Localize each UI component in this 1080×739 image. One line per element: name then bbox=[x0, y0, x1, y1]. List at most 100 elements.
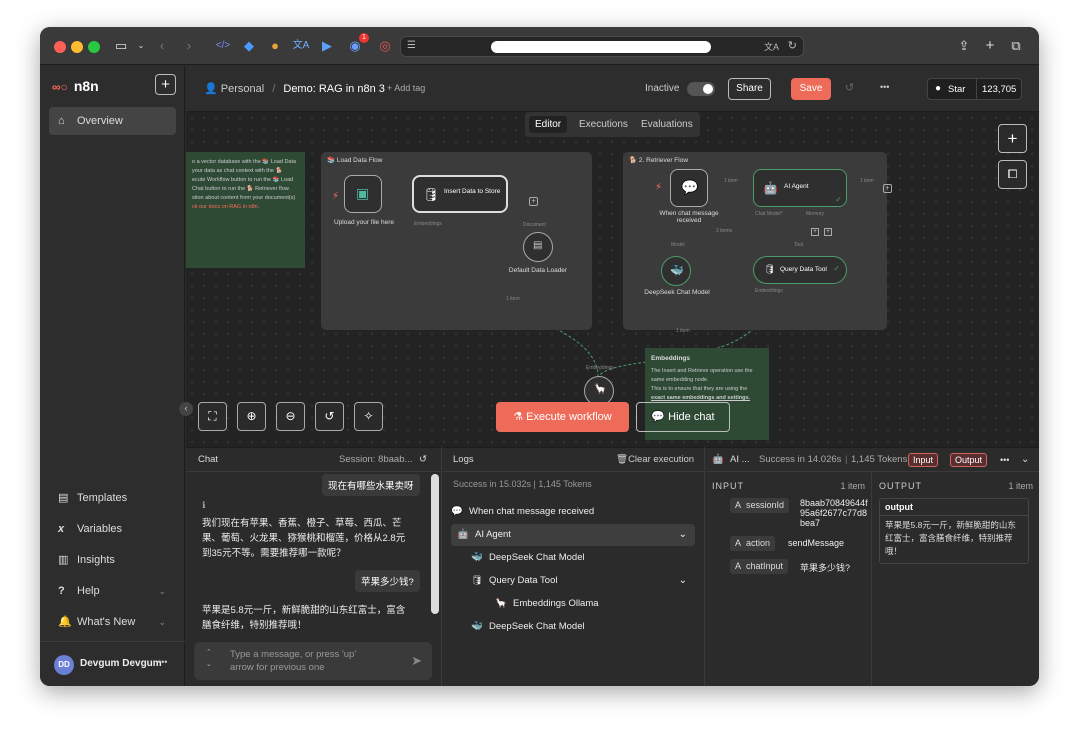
workflow-name[interactable]: Demo: RAG in n8n 3 bbox=[283, 83, 385, 95]
upload-file-node[interactable]: ▣ bbox=[344, 175, 382, 213]
user-menu[interactable]: DD Devgum Devgum ••• bbox=[40, 641, 185, 686]
chat-trigger-node[interactable]: 💬 bbox=[670, 169, 708, 207]
create-button[interactable]: + bbox=[155, 74, 176, 95]
collapse-sidebar-button[interactable]: ‹ bbox=[179, 402, 193, 416]
share-icon[interactable]: ⇪ bbox=[955, 37, 973, 55]
send-icon[interactable]: ➤ bbox=[411, 653, 422, 669]
data-loader-node[interactable]: ▤ bbox=[523, 232, 553, 262]
chevron-down-icon[interactable]: ⌄ bbox=[1021, 448, 1029, 472]
forward-icon[interactable]: › bbox=[180, 37, 198, 55]
sidebar-item-help[interactable]: ? Help ⌄ bbox=[49, 577, 176, 605]
note-line: This is to ensure that they are using th… bbox=[651, 386, 748, 392]
log-row[interactable]: 🐳 DeepSeek Chat Model bbox=[451, 547, 695, 569]
fit-view-button[interactable]: ⛶ bbox=[198, 402, 227, 431]
input-toggle-button[interactable]: Input bbox=[908, 453, 939, 467]
deepseek-model-node[interactable]: 🐳 bbox=[661, 256, 691, 286]
bot-message: 苹果是5.8元一斤，新鲜脆甜的山东红富士，富含膳食纤维，特别推荐哦！ bbox=[202, 605, 406, 631]
new-tab-icon[interactable]: + bbox=[981, 37, 999, 55]
item-count: 1 item bbox=[840, 481, 865, 491]
history-arrows-icon: ⌃ ⌄ bbox=[206, 649, 212, 668]
sidebar-item-templates[interactable]: ▤ Templates bbox=[49, 484, 176, 512]
summary-tokens: 1,145 Tokens bbox=[538, 479, 592, 489]
user-more-icon[interactable]: ••• bbox=[158, 657, 167, 667]
sidebar-item-overview[interactable]: ⌂ Overview bbox=[49, 107, 176, 135]
hide-chat-button[interactable]: 💬 Hide chat bbox=[636, 402, 730, 432]
sidebar-item-variables[interactable]: x Variables bbox=[49, 515, 176, 543]
reload-icon[interactable]: ↻ bbox=[788, 39, 797, 52]
minimize-window-button[interactable] bbox=[71, 41, 83, 53]
share-button[interactable]: Share bbox=[728, 78, 771, 100]
log-row[interactable]: 💬 When chat message received bbox=[451, 501, 695, 523]
add-tag-link[interactable]: + Add tag bbox=[387, 83, 425, 93]
close-window-button[interactable] bbox=[54, 41, 66, 53]
add-connection-icon[interactable]: + bbox=[883, 184, 892, 193]
active-toggle[interactable] bbox=[687, 82, 715, 96]
record-extension-icon[interactable]: ◎ bbox=[376, 37, 394, 55]
log-label: AI Agent bbox=[475, 529, 511, 540]
add-tool-icon[interactable]: + bbox=[824, 228, 832, 236]
notification-badge: 1 bbox=[359, 33, 369, 43]
chat-input[interactable]: ⌃ ⌄ Type a message, or press 'up' arrow f… bbox=[194, 642, 432, 680]
workflow-header: 👤 Personal / Demo: RAG in n8n 3 + Add ta… bbox=[186, 66, 1039, 112]
connector-label: 2 items bbox=[716, 228, 733, 234]
separator: | bbox=[845, 454, 848, 465]
sidebar-item-insights[interactable]: ▥ Insights bbox=[49, 546, 176, 574]
back-icon[interactable]: ‹ bbox=[153, 37, 171, 55]
sidebar-toggle-icon[interactable]: ▭ bbox=[112, 37, 130, 55]
save-button[interactable]: Save bbox=[791, 78, 831, 100]
reset-session-icon[interactable]: ↺ bbox=[419, 448, 427, 472]
add-connection-icon[interactable]: + bbox=[529, 197, 538, 206]
add-memory-icon[interactable]: + bbox=[811, 228, 819, 236]
sidebar-item-whats-new[interactable]: 🔔 What's New ⌄ bbox=[49, 608, 176, 636]
info-icon: ℹ bbox=[202, 500, 206, 510]
log-row[interactable]: 🤖 AI Agent ⌄ bbox=[451, 524, 695, 546]
log-row[interactable]: 🐳 DeepSeek Chat Model bbox=[451, 616, 695, 638]
more-options-icon[interactable]: ••• bbox=[1000, 448, 1009, 472]
status-label: Inactive bbox=[645, 83, 680, 94]
tidy-up-button[interactable]: ✧ bbox=[354, 402, 383, 431]
more-options-icon[interactable]: ••• bbox=[880, 82, 889, 92]
logo[interactable]: ∞○ n8n bbox=[52, 78, 99, 94]
detail-panel: 🤖 AI ... Success in 14.026s | 1,145 Toke… bbox=[706, 447, 1039, 686]
chevron-down-icon: ⌄ bbox=[158, 586, 166, 596]
github-star-button[interactable]: ● Star 123,705 bbox=[927, 78, 1022, 100]
reset-zoom-button[interactable]: ↺ bbox=[315, 402, 344, 431]
log-row[interactable]: 🛢 Query Data Tool ⌄ bbox=[451, 570, 695, 592]
execute-label: Execute workflow bbox=[526, 411, 612, 423]
clear-execution-button[interactable]: 🗑Clear execution bbox=[616, 448, 694, 472]
chat-scrollbar[interactable] bbox=[431, 474, 439, 614]
history-icon[interactable]: ↺ bbox=[845, 81, 854, 94]
zoom-in-button[interactable]: ⊕ bbox=[237, 402, 266, 431]
code-extension-icon[interactable]: </> bbox=[214, 37, 232, 55]
field-value: 8baab70849644f95a6f2677c77d8bea7 bbox=[800, 498, 868, 528]
zoom-out-button[interactable]: ⊖ bbox=[276, 402, 305, 431]
workflow-canvas[interactable]: Editor Executions Evaluations + ⧠ o a ve… bbox=[186, 112, 1039, 447]
connector-label: 1 item bbox=[724, 178, 738, 184]
ai-agent-node[interactable]: 🤖 AI Agent ✓ bbox=[753, 169, 847, 207]
media-extension-icon[interactable]: ▶ bbox=[318, 37, 336, 55]
maximize-window-button[interactable] bbox=[88, 41, 100, 53]
chat-icon: 💬 bbox=[681, 179, 699, 195]
breadcrumb-scope[interactable]: Personal bbox=[221, 83, 264, 95]
connector-label: 1 item bbox=[676, 328, 690, 334]
chevron-down-icon[interactable]: ⌄ bbox=[132, 37, 150, 55]
tabs-overview-icon[interactable]: ⧉ bbox=[1007, 37, 1025, 55]
paint-extension-icon[interactable]: ● bbox=[266, 37, 284, 55]
connector-label: Embeddings bbox=[586, 365, 614, 371]
avatar: DD bbox=[54, 655, 74, 675]
shield-extension-icon[interactable]: ◆ bbox=[240, 37, 258, 55]
log-row[interactable]: 🦙 Embeddings Ollama bbox=[451, 593, 695, 615]
insert-data-node[interactable]: 🛢 Insert Data to Store bbox=[412, 175, 508, 213]
translate-icon[interactable]: 文A bbox=[764, 40, 779, 53]
log-label: DeepSeek Chat Model bbox=[489, 552, 585, 563]
app-window: ▭ ⌄ ‹ › </> ◆ ● 文A ▶ ◉ 1 ◎ ☰ 文A ↻ ⇪ + ⧉ … bbox=[40, 27, 1039, 686]
chevron-down-icon: ⌄ bbox=[678, 529, 687, 540]
node-label: DeepSeek Chat Model bbox=[644, 289, 710, 296]
execute-workflow-button[interactable]: ⚗ Execute workflow bbox=[496, 402, 629, 432]
deepseek-icon: 🐳 bbox=[471, 621, 483, 632]
translate-extension-icon[interactable]: 文A bbox=[292, 37, 310, 55]
person-icon: 👤 bbox=[204, 83, 218, 95]
query-tool-node[interactable]: 🛢 Query Data Tool ✓ bbox=[753, 256, 847, 284]
output-toggle-button[interactable]: Output bbox=[950, 453, 988, 467]
address-bar[interactable]: ☰ 文A ↻ bbox=[400, 36, 804, 57]
